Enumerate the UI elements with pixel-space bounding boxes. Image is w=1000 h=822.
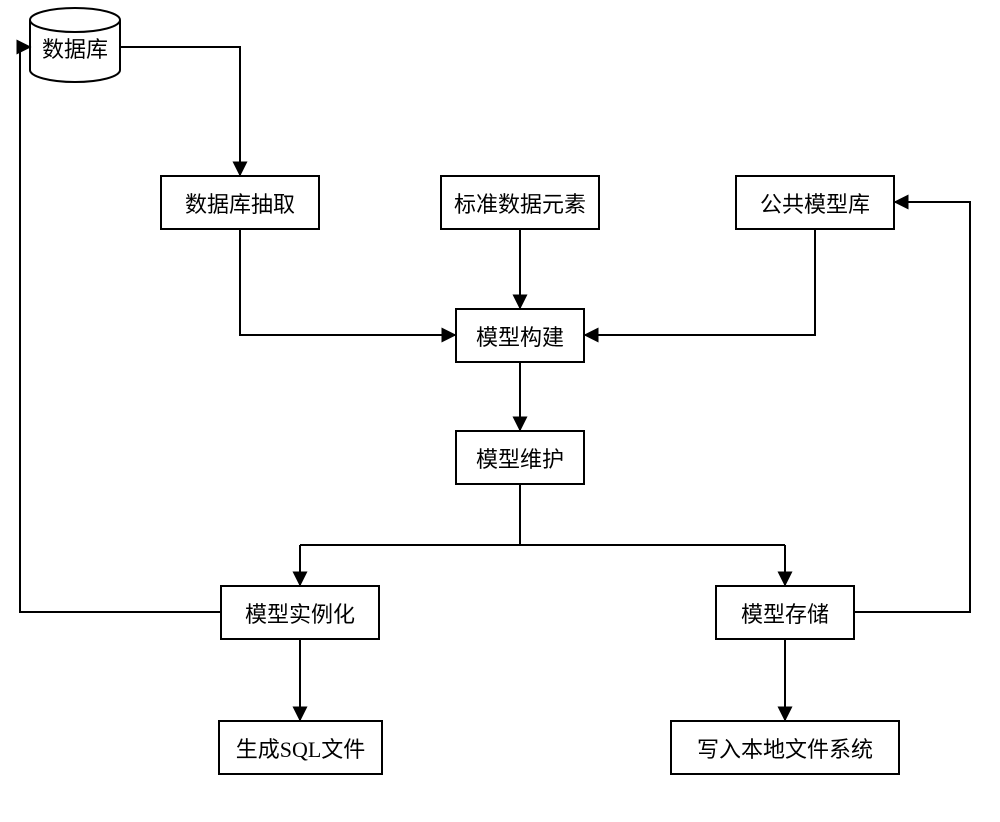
node-model-build: 模型构建 (455, 308, 585, 363)
node-database-label: 数据库 (42, 32, 108, 64)
node-gen-sql: 生成SQL文件 (218, 720, 383, 775)
node-write-fs: 写入本地文件系统 (670, 720, 900, 775)
node-std-elements: 标准数据元素 (440, 175, 600, 230)
edge-modelstorage-publicmodel (855, 202, 970, 612)
edge-modelinstance-database (20, 47, 220, 612)
node-model-storage: 模型存储 (715, 585, 855, 640)
edges-layer (0, 0, 1000, 822)
node-model-instance: 模型实例化 (220, 585, 380, 640)
node-public-model: 公共模型库 (735, 175, 895, 230)
edge-dbextract-modelbuild (240, 230, 455, 335)
node-db-extract: 数据库抽取 (160, 175, 320, 230)
diagram-canvas: 数据库 数据库抽取 标准数据元素 公共模型库 模型构建 模型维护 模型实例化 模… (0, 0, 1000, 822)
edge-database-dbextract (120, 47, 240, 175)
edge-publicmodel-modelbuild (585, 230, 815, 335)
node-model-maintain: 模型维护 (455, 430, 585, 485)
